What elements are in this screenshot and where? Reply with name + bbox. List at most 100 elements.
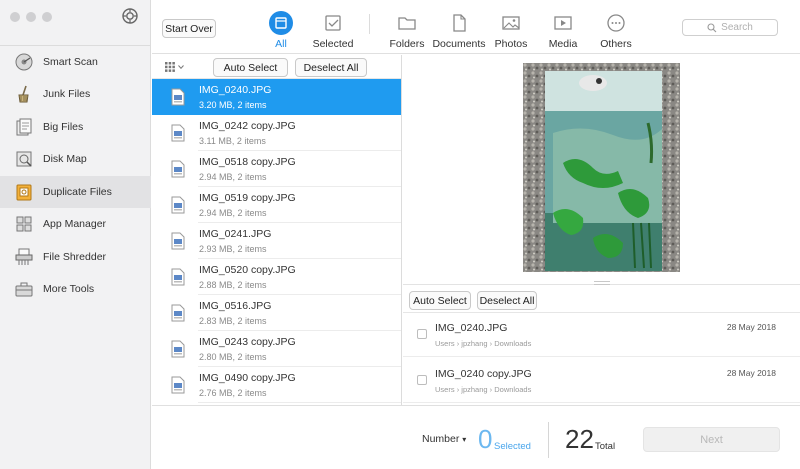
image-preview xyxy=(403,55,800,285)
duplicate-item-row[interactable]: IMG_0240.JPG 28 May 2018 Users › jpzhang… xyxy=(403,315,800,357)
item-checkbox[interactable] xyxy=(417,329,427,339)
sidebar-item-label: Disk Map xyxy=(43,153,87,165)
file-info: IMG_0241.JPG 2.93 MB, 2 items xyxy=(199,228,271,255)
tab-documents[interactable]: Documents xyxy=(429,8,489,50)
file-list-item[interactable]: IMG_0242 copy.JPG 3.11 MB, 2 items xyxy=(152,115,401,151)
file-name: IMG_0241.JPG xyxy=(199,227,272,240)
path-segment: Users xyxy=(435,385,455,394)
file-list-item[interactable]: IMG_0243 copy.JPG 2.80 MB, 2 items xyxy=(152,331,401,367)
selected-icon xyxy=(320,10,346,36)
path-segment: Downloads xyxy=(494,385,532,394)
file-list-item[interactable]: IMG_0516.JPG 2.83 MB, 2 items xyxy=(152,295,401,331)
close-window-button[interactable] xyxy=(10,12,20,22)
zoom-window-button[interactable] xyxy=(42,12,52,22)
duplicate-items-header: Auto Select Deselect All xyxy=(403,287,800,313)
item-date: 28 May 2018 xyxy=(726,368,776,378)
tab-label: Documents xyxy=(432,38,486,50)
file-list-item[interactable]: IMG_0518 copy.JPG 2.94 MB, 2 items xyxy=(152,151,401,187)
file-meta: 2.93 MB, 2 items xyxy=(199,243,267,254)
app-manager-icon xyxy=(13,213,35,235)
sidebar-item-label: Smart Scan xyxy=(43,56,98,68)
file-list-item[interactable]: IMG_0520 copy.JPG 2.88 MB, 2 items xyxy=(152,259,401,295)
image-file-icon xyxy=(171,304,185,322)
image-file-icon xyxy=(171,160,185,178)
file-meta: 2.94 MB, 2 items xyxy=(199,171,267,182)
tab-label: Folders xyxy=(389,38,425,50)
others-icon xyxy=(603,10,629,36)
sidebar-item-label: File Shredder xyxy=(43,251,107,263)
file-name: IMG_0240.JPG xyxy=(199,83,272,96)
sidebar-item-label: More Tools xyxy=(43,283,95,295)
item-checkbox[interactable] xyxy=(417,375,427,385)
sidebar-item-big-files[interactable]: Big Files xyxy=(0,111,151,143)
sync-icon[interactable] xyxy=(121,7,139,25)
item-date: 28 May 2018 xyxy=(726,322,776,332)
sort-label: Number xyxy=(422,433,460,445)
tab-selected[interactable]: Selected xyxy=(303,8,363,50)
file-list-item[interactable]: IMG_0240.JPG 3.20 MB, 2 items xyxy=(152,79,401,115)
file-name: IMG_0516.JPG xyxy=(199,299,272,312)
sort-dropdown[interactable]: Number ▾ xyxy=(422,433,466,445)
sidebar-item-smart-scan[interactable]: Smart Scan xyxy=(0,46,151,78)
duplicate-item-row[interactable]: IMG_0240 copy.JPG 28 May 2018 Users › jp… xyxy=(403,361,800,403)
folder-icon xyxy=(394,10,420,36)
tab-label: Others xyxy=(600,38,632,50)
file-list-item[interactable]: IMG_0490 copy.JPG 2.76 MB, 2 items xyxy=(152,367,401,403)
file-info: IMG_0490 copy.JPG 2.76 MB, 2 items xyxy=(199,372,296,399)
file-meta: 2.76 MB, 2 items xyxy=(199,387,267,398)
file-meta: 3.11 MB, 2 items xyxy=(199,135,266,146)
image-file-icon xyxy=(171,88,185,106)
next-button[interactable]: Next xyxy=(643,427,780,452)
tab-all[interactable]: All xyxy=(251,8,311,50)
file-list-item[interactable]: IMG_0241.JPG 2.93 MB, 2 items xyxy=(152,223,401,259)
image-file-icon xyxy=(171,268,185,286)
all-files-icon xyxy=(268,10,294,36)
file-info: IMG_0518 copy.JPG 2.94 MB, 2 items xyxy=(199,156,296,183)
file-list-item[interactable]: IMG_0519 copy.JPG 2.94 MB, 2 items xyxy=(152,187,401,223)
auto-select-button[interactable]: Auto Select xyxy=(409,291,471,310)
file-meta: 2.88 MB, 2 items xyxy=(199,279,267,290)
duplicate-files-icon xyxy=(13,181,35,203)
file-name: IMG_0519 copy.JPG xyxy=(199,191,296,204)
preview-image xyxy=(523,63,680,272)
row-divider xyxy=(198,402,401,403)
file-meta: 3.20 MB, 2 items xyxy=(199,99,267,110)
selected-label: Selected xyxy=(494,441,531,452)
shredder-icon xyxy=(13,246,35,268)
selected-count: 0 xyxy=(478,424,493,454)
file-name: IMG_0242 copy.JPG xyxy=(199,119,296,132)
sidebar-item-disk-map[interactable]: Disk Map xyxy=(0,143,151,175)
deselect-all-button[interactable]: Deselect All xyxy=(477,291,537,310)
disk-map-icon xyxy=(13,148,35,170)
image-file-icon xyxy=(171,124,185,142)
tab-label: Selected xyxy=(312,38,354,50)
image-file-icon xyxy=(171,340,185,358)
start-over-button[interactable]: Start Over xyxy=(162,19,216,38)
file-name: IMG_0490 copy.JPG xyxy=(199,371,296,384)
tab-label: Photos xyxy=(494,38,528,50)
tab-photos[interactable]: Photos xyxy=(481,8,541,50)
image-file-icon xyxy=(171,196,185,214)
grid-view-icon xyxy=(165,62,175,72)
photos-icon xyxy=(498,10,524,36)
auto-select-button[interactable]: Auto Select xyxy=(213,58,288,77)
resize-grip-icon[interactable] xyxy=(594,281,610,285)
minimize-window-button[interactable] xyxy=(26,12,36,22)
search-input[interactable]: Search xyxy=(682,19,778,36)
sidebar-item-junk-files[interactable]: Junk Files xyxy=(0,78,151,110)
sidebar-item-file-shredder[interactable]: File Shredder xyxy=(0,241,151,273)
file-info: IMG_0516.JPG 2.83 MB, 2 items xyxy=(199,300,271,327)
deselect-all-button[interactable]: Deselect All xyxy=(295,58,367,77)
sidebar-item-more-tools[interactable]: More Tools xyxy=(0,273,151,305)
view-toggle[interactable] xyxy=(165,62,187,72)
sidebar-item-duplicate-files[interactable]: Duplicate Files xyxy=(0,176,151,208)
image-file-icon xyxy=(171,376,185,394)
sidebar-item-app-manager[interactable]: App Manager xyxy=(0,208,151,240)
tab-others[interactable]: Others xyxy=(586,8,646,50)
tab-label: All xyxy=(275,38,287,50)
sidebar-item-label: Big Files xyxy=(43,121,84,133)
file-name: IMG_0518 copy.JPG xyxy=(199,155,296,168)
toolbar: Start Over All Selected Folders Document… xyxy=(152,0,800,54)
tab-media[interactable]: Media xyxy=(533,8,593,50)
tab-folders[interactable]: Folders xyxy=(377,8,437,50)
